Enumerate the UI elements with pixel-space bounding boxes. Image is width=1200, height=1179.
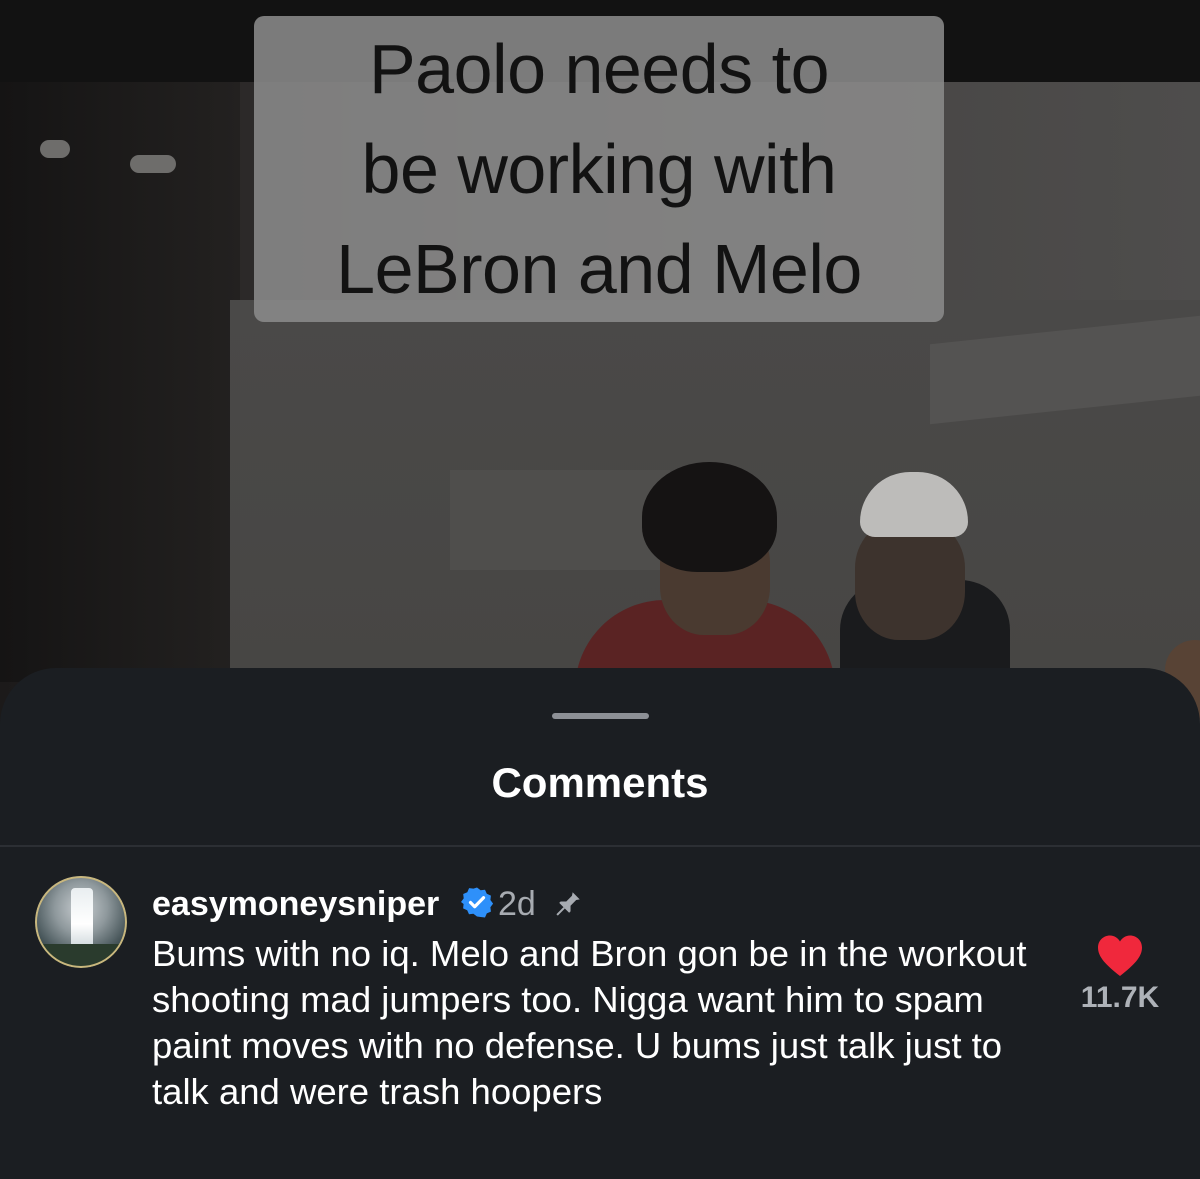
comment-text: Bums with no iq. Melo and Bron gon be in… [152,933,1027,1112]
video-background-left [0,82,240,682]
like-count: 11.7K [1080,981,1160,1014]
video-ceiling-light [40,140,70,158]
verified-badge-icon [461,887,493,918]
video-player[interactable]: Paolo needs to be working with LeBron an… [0,0,1200,760]
comment-timestamp: 2d [498,885,536,923]
heart-icon[interactable] [1096,934,1144,978]
video-ceiling-light [130,155,176,173]
video-caption-box: Paolo needs to be working with LeBron an… [254,16,944,322]
comment-username[interactable]: easymoneysniper [152,882,439,926]
avatar-ring [35,876,127,968]
comments-title: Comments [491,759,709,806]
comment-item: easymoneysniper 2d Bums with no iq. Melo… [0,846,1200,1179]
video-person-coach-face [855,520,965,640]
video-person-player-hair [642,462,777,572]
pin-icon [556,892,580,916]
video-caption-text: Paolo needs to be working with LeBron an… [336,30,862,308]
comments-sheet: Comments easymoneysniper 2d Bums with no… [0,668,1200,1179]
sheet-drag-handle[interactable] [552,713,649,719]
avatar[interactable] [35,876,127,968]
video-background-panel [450,470,670,570]
